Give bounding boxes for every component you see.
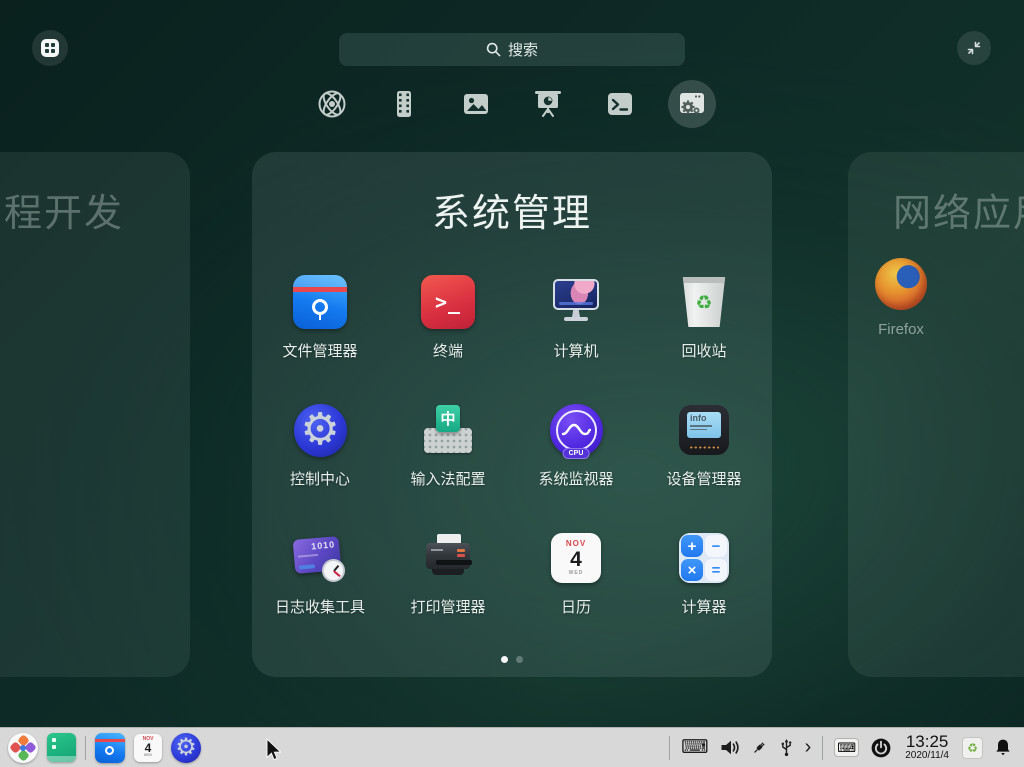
calculator-icon: +− ×= — [679, 533, 729, 583]
category-tab-internet[interactable] — [308, 80, 356, 128]
dock-launcher-button[interactable] — [8, 733, 38, 763]
app-firefox[interactable]: Firefox — [848, 258, 954, 338]
clock[interactable]: 13:25 2020/11/4 — [905, 733, 949, 761]
terminal-icon — [604, 88, 636, 120]
category-tab-video[interactable] — [380, 80, 428, 128]
app-label: 文件管理器 — [282, 340, 357, 361]
file-manager-icon — [293, 275, 347, 329]
film-icon — [388, 88, 420, 120]
input-method-indicator[interactable]: ⌨ — [681, 738, 708, 757]
search-icon — [486, 42, 501, 57]
app-label: 日志收集工具 — [275, 596, 365, 617]
taskbar: NOV 4 WED ⚙ ⌨ — [0, 727, 1024, 767]
category-tab-development[interactable] — [596, 80, 644, 128]
device-manager-icon: info — [679, 405, 729, 455]
search-placeholder: 搜索 — [508, 39, 538, 60]
tray-trash-button[interactable]: ♻ — [962, 737, 983, 759]
gear-icon: ⚙ — [175, 736, 197, 760]
file-manager-icon — [95, 739, 125, 742]
tray-separator — [669, 736, 670, 760]
app-control-center[interactable]: ⚙ 控制中心 — [256, 381, 384, 509]
dock-file-manager[interactable] — [95, 733, 125, 763]
clock-date: 2020/11/4 — [905, 751, 949, 762]
shrink-corners-icon — [965, 39, 983, 57]
clock-time: 13:25 — [906, 733, 949, 751]
dock-separator — [85, 736, 86, 760]
tray-separator — [822, 736, 823, 760]
app-label: 设备管理器 — [666, 468, 741, 489]
computer-icon — [548, 274, 604, 330]
panel-title-internet: 网络应用 — [893, 182, 1024, 237]
dock-multitasking-button[interactable] — [47, 733, 76, 762]
usb-icon[interactable] — [779, 738, 794, 757]
launcher-mode-toggle-button[interactable] — [957, 31, 991, 65]
grid-apps-icon — [41, 39, 59, 57]
input-method-icon: 中 — [420, 402, 476, 458]
app-label: 回收站 — [681, 340, 726, 361]
app-grid: 文件管理器 >_ 终端 计算机 ♻ 回收站 ⚙ 控制中心 — [256, 253, 768, 637]
photo-icon — [460, 88, 492, 120]
power-icon[interactable] — [870, 737, 892, 759]
app-label: Firefox — [878, 321, 924, 338]
printer-icon — [420, 530, 476, 586]
app-label: 日历 — [561, 596, 591, 617]
app-label: 输入法配置 — [410, 468, 485, 489]
terminal-app-icon: >_ — [421, 275, 475, 329]
app-input-method[interactable]: 中 输入法配置 — [384, 381, 512, 509]
window-settings-icon — [675, 87, 709, 121]
app-system-monitor[interactable]: CPU 系统监视器 — [512, 381, 640, 509]
pager-dot[interactable] — [516, 656, 523, 663]
dock-calendar[interactable]: NOV 4 WED — [134, 734, 162, 762]
category-tab-system[interactable] — [668, 80, 716, 128]
app-label: 计算机 — [553, 340, 598, 361]
system-monitor-icon: CPU — [550, 404, 603, 457]
app-label: 系统监视器 — [538, 468, 613, 489]
app-calculator[interactable]: +− ×= 计算器 — [640, 509, 768, 637]
app-file-manager[interactable]: 文件管理器 — [256, 253, 384, 381]
app-label: 打印管理器 — [410, 596, 485, 617]
panel-title-development: 编程开发 — [0, 182, 124, 237]
category-tab-office[interactable] — [524, 80, 572, 128]
log-viewer-icon: 1010 — [292, 530, 348, 586]
volume-icon[interactable] — [720, 739, 739, 756]
dock-control-center[interactable]: ⚙ — [171, 733, 201, 763]
calendar-icon: NOV 4 WED — [551, 533, 601, 583]
app-log-viewer[interactable]: 1010 日志收集工具 — [256, 509, 384, 637]
firefox-icon — [875, 258, 927, 310]
page-indicator — [252, 656, 772, 663]
app-label: 控制中心 — [290, 468, 350, 489]
category-panel-system: 系统管理 文件管理器 >_ 终端 计算机 ♻ 回收站 — [252, 152, 772, 677]
wired-network-icon[interactable] — [750, 739, 768, 757]
multitasking-icon — [52, 738, 56, 742]
notification-bell-icon[interactable] — [994, 738, 1012, 757]
app-terminal[interactable]: >_ 终端 — [384, 253, 512, 381]
app-computer[interactable]: 计算机 — [512, 253, 640, 381]
atom-icon — [316, 88, 348, 120]
onscreen-keyboard-button[interactable]: ⌨ — [834, 738, 859, 757]
search-input[interactable]: 搜索 — [339, 33, 685, 66]
recycle-bin-icon: ♻ — [681, 277, 727, 327]
app-device-manager[interactable]: info 设备管理器 — [640, 381, 768, 509]
launcher-grid-button[interactable] — [32, 30, 68, 66]
control-center-icon: ⚙ — [294, 404, 347, 457]
app-recycle-bin[interactable]: ♻ 回收站 — [640, 253, 768, 381]
app-print-manager[interactable]: 打印管理器 — [384, 509, 512, 637]
category-tab-graphics[interactable] — [452, 80, 500, 128]
app-label: 计算器 — [681, 596, 726, 617]
tray-expand-chevron[interactable]: › — [805, 736, 812, 759]
presentation-icon — [531, 87, 565, 121]
panel-title-system: 系统管理 — [252, 182, 772, 237]
pager-dot-active[interactable] — [501, 656, 508, 663]
app-label: 终端 — [433, 340, 463, 361]
app-calendar[interactable]: NOV 4 WED 日历 — [512, 509, 640, 637]
